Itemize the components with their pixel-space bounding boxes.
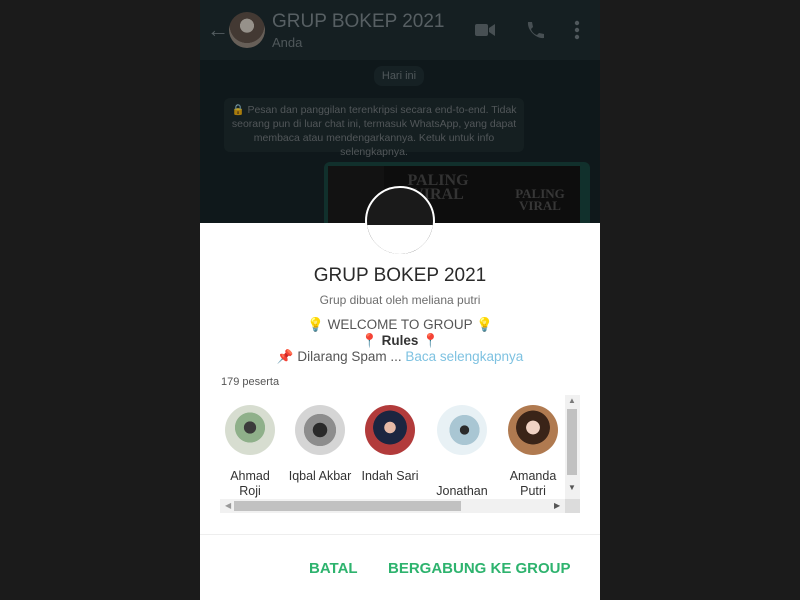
scroll-up-icon[interactable]: ▲: [568, 396, 576, 405]
divider: [200, 534, 600, 535]
member-name: Indah Sari: [361, 469, 419, 483]
member-name: Amanda Putri: [509, 469, 557, 498]
description-line: 📌 Dilarang Spam ... Baca selengkapnya: [200, 349, 600, 365]
vertical-scrollbar[interactable]: ▲ ▼: [565, 395, 580, 499]
avatar: [295, 405, 345, 455]
scroll-left-icon[interactable]: ◀: [225, 499, 231, 513]
group-description: 💡 WELCOME TO GROUP 💡 📍 Rules 📍 📌 Dilaran…: [200, 317, 600, 365]
member-name: Iqbal Akbar: [288, 469, 352, 483]
member-item[interactable]: Ahmad Roji: [218, 405, 282, 499]
description-line: 💡 WELCOME TO GROUP 💡: [307, 317, 493, 332]
read-more-link[interactable]: Baca selengkapnya: [405, 349, 523, 364]
member-name: Jonathan: [436, 484, 488, 498]
group-creator: Grup dibuat oleh meliana putri: [319, 293, 481, 307]
phone-screen: ← GRUP BOKEP 2021 Anda Hari ini 🔒 Pesan …: [200, 0, 600, 600]
group-name: GRUP BOKEP 2021: [313, 265, 487, 286]
cancel-button[interactable]: BATAL: [309, 560, 358, 577]
scroll-right-icon[interactable]: ▶: [554, 499, 560, 513]
scrollbar-corner: [565, 499, 580, 513]
member-item[interactable]: Jonathan: [430, 405, 494, 499]
member-item[interactable]: Iqbal Akbar: [288, 405, 352, 484]
avatar: [365, 405, 415, 455]
scroll-thumb[interactable]: [234, 501, 461, 511]
join-group-button[interactable]: BERGABUNG KE GROUP: [388, 560, 571, 577]
join-group-dialog: GRUP BOKEP 2021 Grup dibuat oleh meliana…: [200, 186, 600, 600]
member-list: Ahmad Roji Iqbal Akbar Indah Sari Jonath…: [220, 395, 580, 515]
member-name: Ahmad Roji: [230, 469, 270, 498]
description-rules: 📍 Rules 📍: [361, 333, 439, 348]
member-item[interactable]: Indah Sari: [358, 405, 422, 484]
horizontal-scrollbar[interactable]: ◀ ▶: [220, 499, 565, 513]
scroll-down-icon[interactable]: ▼: [568, 483, 576, 492]
member-count: 179 peserta: [221, 376, 280, 388]
group-avatar: [365, 186, 435, 256]
description-text: 📌 Dilarang Spam ...: [276, 349, 402, 364]
avatar: [225, 405, 275, 455]
avatar: [508, 405, 558, 455]
member-item[interactable]: Amanda Putri: [501, 405, 565, 499]
avatar: [437, 405, 487, 455]
scroll-thumb[interactable]: [567, 409, 577, 475]
